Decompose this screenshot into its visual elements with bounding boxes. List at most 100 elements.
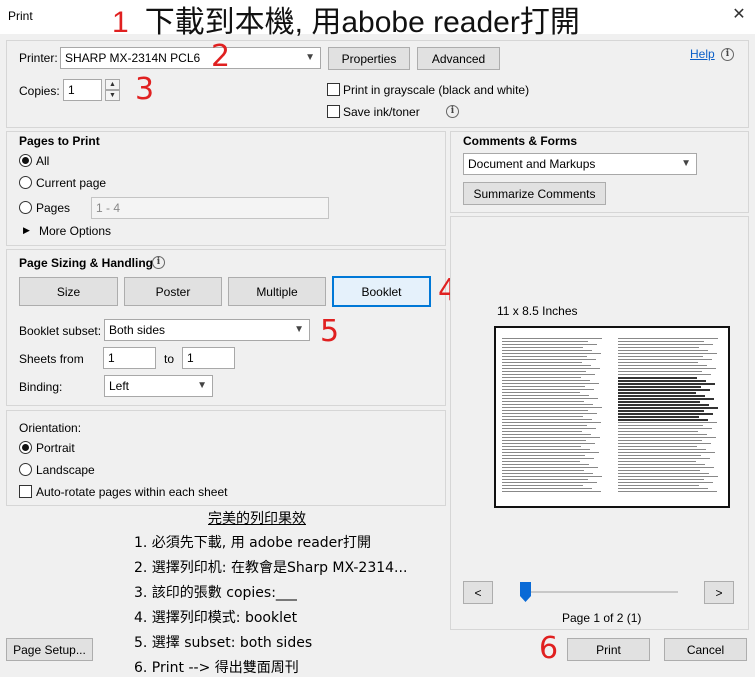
preview-right-page — [618, 338, 722, 498]
next-page-button[interactable]: > — [704, 581, 734, 604]
help-link[interactable]: Help — [690, 47, 715, 61]
autorotate-checkbox[interactable] — [19, 485, 32, 498]
pages-range-input[interactable]: 1 - 4 — [91, 197, 329, 219]
comments-select[interactable]: Document and Markups ▼ — [463, 153, 697, 175]
landscape-radio[interactable] — [19, 463, 32, 476]
tab-booklet[interactable]: Booklet — [332, 276, 431, 307]
preview-text-line — [502, 416, 583, 417]
preview-text-line — [618, 347, 699, 348]
window-title: Print — [8, 9, 33, 23]
tab-size[interactable]: Size — [19, 277, 118, 306]
preview-text-line — [618, 398, 714, 400]
preview-text-line — [502, 410, 588, 411]
preview-text-line — [502, 347, 583, 348]
pages-to-print-title: Pages to Print — [19, 134, 100, 148]
current-page-radio[interactable] — [19, 176, 32, 189]
copies-input[interactable]: 1 — [63, 79, 102, 101]
booklet-subset-value: Both sides — [109, 323, 166, 337]
pages-all-label: All — [36, 154, 50, 168]
printer-selected-value: SHARP MX-2314N PCL6 — [65, 51, 201, 65]
summarize-comments-button[interactable]: Summarize Comments — [463, 182, 606, 205]
preview-text-line — [618, 437, 716, 438]
preview-text-line — [502, 407, 602, 408]
tab-poster[interactable]: Poster — [124, 277, 222, 306]
preview-text-line — [502, 443, 595, 444]
booklet-subset-select[interactable]: Both sides ▼ — [104, 319, 310, 341]
properties-button[interactable]: Properties — [328, 47, 410, 70]
close-icon[interactable]: ✕ — [728, 4, 750, 26]
preview-text-line — [502, 377, 581, 378]
preview-text-line — [618, 344, 713, 345]
copies-decrement-icon[interactable]: ▼ — [105, 90, 120, 101]
help-info-icon[interactable]: i — [721, 48, 734, 61]
preview-text-line — [502, 491, 601, 492]
portrait-radio[interactable] — [19, 441, 32, 454]
preview-text-line — [618, 434, 707, 435]
prev-page-button[interactable]: < — [463, 581, 493, 604]
grayscale-checkbox[interactable] — [327, 83, 340, 96]
current-page-label: Current page — [36, 176, 107, 190]
preview-text-line — [502, 440, 586, 441]
preview-text-line — [618, 413, 713, 415]
pages-range-radio[interactable] — [19, 201, 32, 214]
preview-text-line — [618, 380, 706, 382]
preview-text-line — [502, 455, 585, 456]
preview-text-line — [502, 467, 598, 468]
preview-text-line — [618, 374, 711, 375]
page-indicator: Page 1 of 2 (1) — [562, 611, 642, 625]
preview-text-line — [502, 374, 595, 375]
preview-text-line — [618, 392, 696, 394]
preview-text-line — [618, 470, 700, 471]
tab-multiple[interactable]: Multiple — [228, 277, 326, 306]
preview-text-line — [618, 338, 718, 339]
save-ink-info-icon[interactable]: i — [446, 105, 459, 118]
more-options-link[interactable]: More Options — [39, 224, 111, 238]
preview-text-line — [618, 341, 704, 342]
pages-all-radio[interactable] — [19, 154, 32, 167]
preview-text-line — [618, 473, 709, 474]
sheets-to-input[interactable]: 1 — [182, 347, 235, 369]
preview-slider-thumb[interactable] — [520, 582, 531, 602]
preview-text-line — [618, 461, 696, 462]
comments-selected-value: Document and Markups — [468, 157, 596, 171]
grayscale-label: Print in grayscale (black and white) — [343, 83, 530, 97]
printer-label: Printer: — [19, 51, 58, 65]
binding-label: Binding: — [19, 380, 63, 394]
sheets-to-label: to — [164, 352, 175, 366]
preview-text-line — [618, 449, 706, 450]
preview-text-line — [618, 416, 699, 418]
expand-triangle-icon[interactable]: ▶ — [23, 225, 30, 236]
preview-text-line — [618, 395, 705, 397]
preview-slider-track[interactable] — [522, 591, 678, 593]
preview-text-line — [502, 452, 599, 453]
page-setup-button[interactable]: Page Setup... — [6, 638, 93, 661]
cancel-button[interactable]: Cancel — [664, 638, 747, 661]
preview-text-line — [618, 386, 701, 388]
advanced-button[interactable]: Advanced — [417, 47, 500, 70]
chevron-down-icon: ▼ — [305, 52, 315, 63]
save-ink-checkbox[interactable] — [327, 105, 340, 118]
copies-increment-icon[interactable]: ▲ — [105, 79, 120, 90]
printer-select[interactable]: SHARP MX-2314N PCL6 ▼ — [60, 47, 321, 69]
preview-text-line — [618, 452, 715, 453]
preview-text-line — [618, 431, 698, 432]
sheets-from-label: Sheets from — [19, 352, 84, 366]
annotation-number-2: 2 — [211, 39, 231, 74]
preview-text-line — [618, 389, 710, 391]
preview-text-line — [618, 410, 704, 412]
preview-text-line — [502, 338, 602, 339]
preview-text-line — [502, 419, 592, 420]
preview-text-line — [618, 455, 701, 456]
binding-select[interactable]: Left ▼ — [104, 375, 213, 397]
annotation-header-text: 下載到本機, 用abobe reader打開 — [144, 6, 580, 39]
preview-text-line — [502, 383, 599, 384]
preview-text-line — [618, 458, 710, 459]
preview-text-line — [618, 371, 702, 372]
preview-text-line — [618, 479, 704, 480]
preview-text-line — [618, 443, 711, 444]
print-button[interactable]: Print — [567, 638, 650, 661]
page-sizing-info-icon[interactable]: i — [152, 256, 165, 269]
sheets-from-input[interactable]: 1 — [103, 347, 156, 369]
copies-label: Copies: — [19, 84, 60, 98]
preview-text-line — [502, 344, 597, 345]
